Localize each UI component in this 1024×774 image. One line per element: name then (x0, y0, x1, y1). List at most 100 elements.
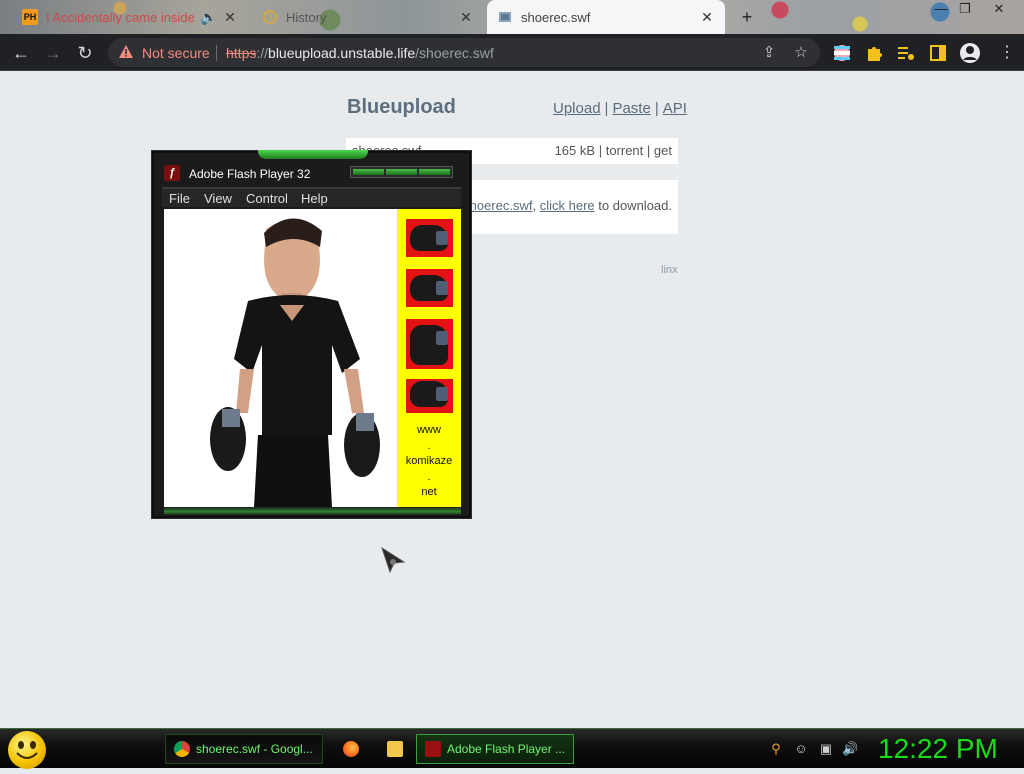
file-meta: 165 kB | torrent | get (555, 143, 672, 158)
maximize-icon[interactable] (386, 169, 417, 175)
media-queue-icon[interactable] (896, 43, 916, 63)
close-tab-icon[interactable]: ✕ (699, 9, 715, 26)
flash-window-title: Adobe Flash Player 32 (189, 167, 311, 181)
nav-sep: | (654, 100, 659, 117)
flash-player-window[interactable]: ƒ Adobe Flash Player 32 File View Contro… (152, 150, 471, 518)
flash-logo-icon: ƒ (164, 165, 180, 181)
download-suffix: to download. (594, 198, 672, 213)
menu-control[interactable]: Control (246, 191, 288, 206)
menu-help[interactable]: Help (301, 191, 328, 206)
glove-thumbnail[interactable] (406, 319, 453, 369)
reload-icon[interactable]: ↻ (72, 40, 98, 66)
site-link-part: www (417, 424, 441, 436)
glove-thumbnail[interactable] (406, 379, 453, 413)
tab-accidentally[interactable]: PH I Accidentally came inside n 🔈 ✕ (12, 0, 248, 34)
restore-button[interactable]: ❐ (948, 0, 982, 20)
nav-sep: | (604, 100, 609, 117)
close-icon[interactable] (419, 169, 450, 175)
file-size: 165 kB (554, 143, 596, 158)
close-window-button[interactable]: ✕ (982, 0, 1016, 20)
komikaze-link[interactable]: www . komikaze . net (397, 423, 461, 501)
divider (216, 45, 217, 61)
firefox-icon (343, 741, 359, 757)
taskbar-item-chrome[interactable]: shoerec.swf - Googl... (165, 734, 323, 764)
menu-view[interactable]: View (204, 191, 232, 206)
comma: , (532, 198, 537, 213)
pornhub-favicon-icon: PH (22, 9, 38, 25)
start-button-smiley-icon[interactable] (8, 731, 46, 769)
api-link[interactable]: API (663, 100, 687, 117)
tab-strip: PH I Accidentally came inside n 🔈 ✕ Hist… (0, 0, 1024, 34)
task-label: shoerec.swf - Googl... (196, 742, 313, 756)
side-panel-icon[interactable] (928, 43, 948, 63)
taskbar-item-firefox[interactable] (336, 734, 366, 764)
url-path: /shoerec.swf (415, 45, 494, 61)
tab-shoerec[interactable]: shoerec.swf ✕ (487, 0, 725, 34)
warning-icon[interactable] (118, 44, 134, 60)
site-brand[interactable]: Blueupload (347, 96, 456, 119)
footer-linx[interactable]: linx (661, 264, 678, 276)
flash-menubar: File View Control Help (162, 187, 461, 207)
not-secure-label[interactable]: Not secure (142, 45, 210, 61)
menu-file[interactable]: File (169, 191, 190, 206)
volume-icon[interactable]: 🔊 (842, 741, 858, 757)
browser-toolbar: ← → ↻ Not secure https://blueupload.unst… (0, 34, 1024, 71)
url-scheme: https (226, 45, 257, 61)
folder-icon (387, 741, 403, 757)
url-host: blueupload.unstable.life (268, 45, 416, 61)
task-label: Adobe Flash Player ... (447, 742, 566, 756)
site-link-part: net (421, 486, 437, 498)
flash-titlebar[interactable]: ƒ Adobe Flash Player 32 (154, 161, 469, 185)
network-icon[interactable]: ▣ (818, 741, 834, 757)
mouse-cursor-icon (381, 546, 406, 574)
new-tab-button[interactable]: + (736, 6, 758, 28)
chrome-icon (174, 741, 190, 757)
glove-thumbnail[interactable] (406, 269, 453, 307)
taskbar: shoerec.swf - Googl... Adobe Flash Playe… (0, 728, 1024, 769)
glove-thumbnail[interactable] (406, 219, 453, 257)
tab-title: I Accidentally came inside n (46, 9, 194, 25)
chat-icon[interactable]: ☺ (793, 741, 809, 757)
get-link[interactable]: get (654, 143, 672, 158)
menu-kebab-icon[interactable]: ⋮ (994, 40, 1020, 66)
window-glow (258, 150, 368, 159)
search-icon[interactable]: ⚲ (768, 741, 784, 757)
close-tab-icon[interactable]: ✕ (222, 9, 238, 26)
forward-icon[interactable]: → (40, 40, 66, 66)
flash-stage[interactable]: www . komikaze . net (164, 209, 461, 507)
share-icon[interactable]: ⇪ (760, 44, 778, 62)
bookmark-star-icon[interactable]: ☆ (792, 44, 810, 62)
back-icon[interactable]: ← (8, 40, 34, 66)
history-icon (263, 10, 277, 24)
extension-flag-icon[interactable] (832, 43, 852, 63)
top-nav: Upload | Paste | API (553, 100, 687, 117)
komikaze-sidebar: www . komikaze . net (397, 209, 461, 507)
paste-link[interactable]: Paste (612, 100, 650, 117)
site-link-part: komikaze (405, 455, 453, 467)
close-tab-icon[interactable]: ✕ (458, 9, 474, 26)
site-link-part: . (427, 439, 431, 452)
minimize-icon[interactable] (353, 169, 384, 175)
extensions-puzzle-icon[interactable] (864, 43, 884, 63)
tab-title: shoerec.swf (521, 9, 591, 25)
clock[interactable]: 12:22 PM (878, 733, 998, 765)
taskbar-item-explorer[interactable] (380, 734, 410, 764)
audio-icon[interactable]: 🔈 (200, 9, 217, 26)
tab-history[interactable]: History ✕ (252, 0, 484, 34)
site-link-part: . (427, 470, 431, 483)
torrent-link[interactable]: torrent (606, 143, 644, 158)
url-scheme-sep: :// (256, 45, 269, 61)
taskbar-item-flash[interactable]: Adobe Flash Player ... (416, 734, 574, 764)
click-here-link[interactable]: click here (540, 198, 595, 213)
flash-icon (425, 741, 441, 757)
window-control-buttons[interactable] (350, 166, 453, 178)
upload-link[interactable]: Upload (553, 100, 601, 117)
page-icon (499, 12, 511, 22)
url-text[interactable]: https://blueupload.unstable.life/shoerec… (226, 45, 494, 61)
file-link[interactable]: hoerec.swf (470, 198, 533, 213)
address-bar[interactable]: Not secure https://blueupload.unstable.l… (108, 38, 820, 67)
boxer-photo (210, 218, 380, 507)
smiley-face-icon (16, 741, 38, 759)
profile-avatar-icon[interactable] (959, 42, 981, 64)
flash-bottom-bar (164, 507, 461, 515)
